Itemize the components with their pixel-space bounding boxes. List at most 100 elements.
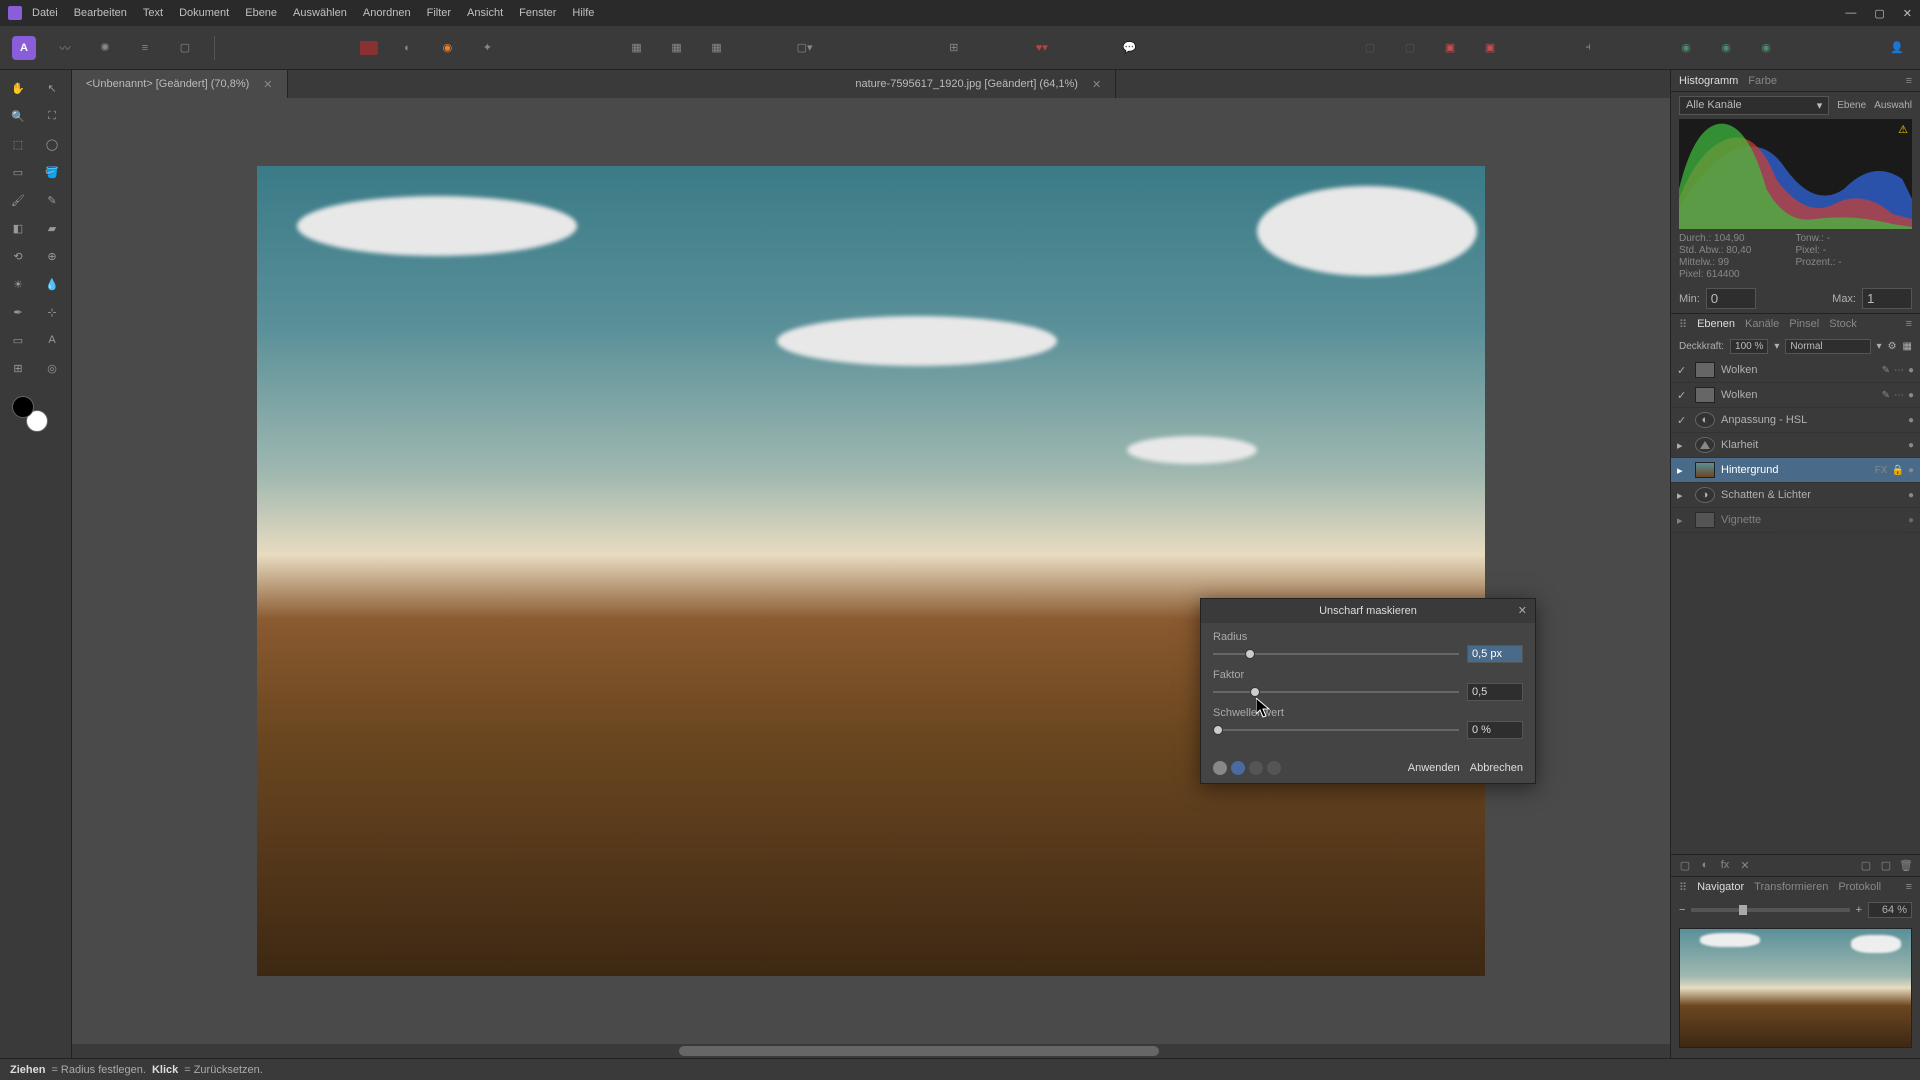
color-wheel-icon[interactable]: ◉ bbox=[436, 37, 458, 59]
crop-mask-icon[interactable]: ✕ bbox=[1737, 859, 1753, 872]
preview-mode-3-icon[interactable] bbox=[1249, 761, 1263, 775]
overlay1-icon[interactable]: ▢ bbox=[1359, 37, 1381, 59]
slider-handle[interactable] bbox=[1213, 725, 1223, 735]
circle-tool-icon[interactable]: ◐ bbox=[396, 37, 418, 59]
visibility-icon[interactable]: ▸ bbox=[1677, 464, 1689, 477]
menu-ebene[interactable]: Ebene bbox=[245, 7, 277, 19]
tab-kanaele[interactable]: Kanäle bbox=[1745, 318, 1779, 331]
dialog-close-icon[interactable]: ✕ bbox=[1518, 604, 1527, 617]
tab-farbe[interactable]: Farbe bbox=[1748, 75, 1777, 87]
dot-icon[interactable]: ● bbox=[1908, 390, 1914, 401]
heart-icon[interactable]: ♥▾ bbox=[1031, 37, 1053, 59]
radius-input[interactable]: 0,5 px bbox=[1467, 645, 1523, 663]
menu-bearbeiten[interactable]: Bearbeiten bbox=[74, 7, 127, 19]
mask-icon[interactable]: ▢ bbox=[1677, 859, 1693, 872]
overlay4-icon[interactable]: ▣ bbox=[1479, 37, 1501, 59]
panel-grip-icon[interactable]: ⠿ bbox=[1679, 881, 1687, 894]
visibility-icon[interactable]: ✓ bbox=[1677, 414, 1689, 427]
export-icon[interactable]: ▢ bbox=[174, 37, 196, 59]
slider-handle[interactable] bbox=[1739, 905, 1747, 915]
layer-item[interactable]: ▸Klarheit● bbox=[1671, 433, 1920, 458]
lock-icon[interactable]: 🔒 bbox=[1892, 465, 1904, 476]
blur-tool-icon[interactable]: 💧 bbox=[38, 272, 66, 296]
channel-select[interactable]: Alle Kanäle▾ bbox=[1679, 96, 1829, 115]
tab-histogramm[interactable]: Histogramm bbox=[1679, 75, 1738, 87]
grid-icon[interactable]: ▦ bbox=[626, 37, 648, 59]
picker-icon[interactable]: ✦ bbox=[476, 37, 498, 59]
layer-item[interactable]: ▸Vignette● bbox=[1671, 508, 1920, 533]
horizontal-scrollbar[interactable] bbox=[72, 1044, 1670, 1058]
zoom-value[interactable]: 64 % bbox=[1868, 902, 1912, 918]
align-icon[interactable]: ⫞ bbox=[1577, 37, 1599, 59]
arrange-icon[interactable]: ⊞ bbox=[943, 37, 965, 59]
dot-icon[interactable]: ● bbox=[1908, 515, 1914, 526]
opacity-chevron-icon[interactable]: ▾ bbox=[1774, 341, 1779, 352]
menu-anordnen[interactable]: Anordnen bbox=[363, 7, 411, 19]
menu-auswaehlen[interactable]: Auswählen bbox=[293, 7, 347, 19]
delete-icon[interactable]: 🗑 bbox=[1898, 859, 1914, 872]
tab-transformieren[interactable]: Transformieren bbox=[1754, 881, 1828, 894]
heal-tool-icon[interactable]: ⊕ bbox=[38, 244, 66, 268]
minimize-icon[interactable]: — bbox=[1845, 7, 1856, 20]
preview-mode-2-icon[interactable] bbox=[1231, 761, 1245, 775]
faktor-slider[interactable] bbox=[1213, 691, 1459, 693]
world3-icon[interactable]: ◉ bbox=[1755, 37, 1777, 59]
tab-pinsel[interactable]: Pinsel bbox=[1789, 318, 1819, 331]
swatch-icon[interactable] bbox=[360, 41, 378, 55]
visibility-icon[interactable]: ▸ bbox=[1677, 489, 1689, 502]
erase-tool-icon[interactable]: ◧ bbox=[4, 216, 32, 240]
tab-close-icon[interactable]: ✕ bbox=[1092, 78, 1101, 91]
marquee-tool-icon[interactable]: ▭ bbox=[4, 160, 32, 184]
dialog-titlebar[interactable]: Unscharf maskieren ✕ bbox=[1201, 599, 1535, 623]
pencil-tool-icon[interactable]: ✎ bbox=[38, 188, 66, 212]
selection-tool-icon[interactable]: ⬚ bbox=[4, 132, 32, 156]
opacity-input[interactable]: 100 % bbox=[1730, 339, 1768, 354]
opt-auswahl[interactable]: Auswahl bbox=[1874, 100, 1912, 111]
schwellenwert-slider[interactable] bbox=[1213, 729, 1459, 731]
world2-icon[interactable]: ◉ bbox=[1715, 37, 1737, 59]
maximize-icon[interactable]: ▢ bbox=[1874, 7, 1884, 20]
visibility-icon[interactable]: ▸ bbox=[1677, 514, 1689, 527]
preview-mode-1-icon[interactable] bbox=[1213, 761, 1227, 775]
picker-tool-icon[interactable]: ◎ bbox=[38, 356, 66, 380]
navigator-preview[interactable] bbox=[1679, 928, 1912, 1048]
color-swatches[interactable] bbox=[12, 396, 48, 432]
blend-mode-select[interactable]: Normal bbox=[1785, 339, 1870, 354]
slider-handle[interactable] bbox=[1250, 687, 1260, 697]
crop-tool-icon[interactable]: ⛶ bbox=[38, 104, 66, 128]
chat-icon[interactable]: 💬 bbox=[1119, 37, 1141, 59]
fg-color-icon[interactable] bbox=[12, 396, 34, 418]
text-tool-icon[interactable]: A bbox=[38, 328, 66, 352]
close-icon[interactable]: ✕ bbox=[1903, 7, 1912, 20]
visibility-icon[interactable]: ✓ bbox=[1677, 389, 1689, 402]
clone-tool-icon[interactable]: ⟲ bbox=[4, 244, 32, 268]
add-layer-icon[interactable]: ▢ bbox=[1878, 859, 1894, 872]
dot-icon[interactable]: ● bbox=[1908, 465, 1914, 476]
account-icon[interactable]: 👤 bbox=[1886, 37, 1908, 59]
layer-opts-icon[interactable]: ⚙ bbox=[1888, 341, 1897, 352]
group-icon[interactable]: ▢ bbox=[1858, 859, 1874, 872]
blend-chevron-icon[interactable]: ▾ bbox=[1877, 341, 1882, 352]
more-icon[interactable]: ⋯ bbox=[1894, 390, 1904, 401]
layer-item[interactable]: ▸HintergrundFX🔒● bbox=[1671, 458, 1920, 483]
layer-opts2-icon[interactable]: ▦ bbox=[1903, 341, 1912, 352]
tab-protokoll[interactable]: Protokoll bbox=[1838, 881, 1881, 894]
lasso-tool-icon[interactable]: ◯ bbox=[38, 132, 66, 156]
layer-item[interactable]: ✓Wolken✎⋯● bbox=[1671, 383, 1920, 408]
dot-icon[interactable]: ● bbox=[1908, 490, 1914, 501]
zoom-slider[interactable] bbox=[1691, 908, 1849, 912]
dot-icon[interactable]: ● bbox=[1908, 440, 1914, 451]
dodge-tool-icon[interactable]: ☀ bbox=[4, 272, 32, 296]
edit-icon[interactable]: ✎ bbox=[1882, 390, 1890, 401]
menu-dokument[interactable]: Dokument bbox=[179, 7, 229, 19]
histogram-max-input[interactable] bbox=[1862, 288, 1912, 309]
apply-button[interactable]: Anwenden bbox=[1408, 762, 1460, 774]
layer-item[interactable]: ✓Wolken✎⋯● bbox=[1671, 358, 1920, 383]
dot-icon[interactable]: ● bbox=[1908, 415, 1914, 426]
node-tool-icon[interactable]: ⊹ bbox=[38, 300, 66, 324]
menu-datei[interactable]: Datei bbox=[32, 7, 58, 19]
faktor-input[interactable]: 0,5 bbox=[1467, 683, 1523, 701]
tab-ebenen[interactable]: Ebenen bbox=[1697, 318, 1735, 331]
flood-tool-icon[interactable]: 🪣 bbox=[38, 160, 66, 184]
panel-menu-icon[interactable]: ≡ bbox=[1906, 75, 1912, 87]
